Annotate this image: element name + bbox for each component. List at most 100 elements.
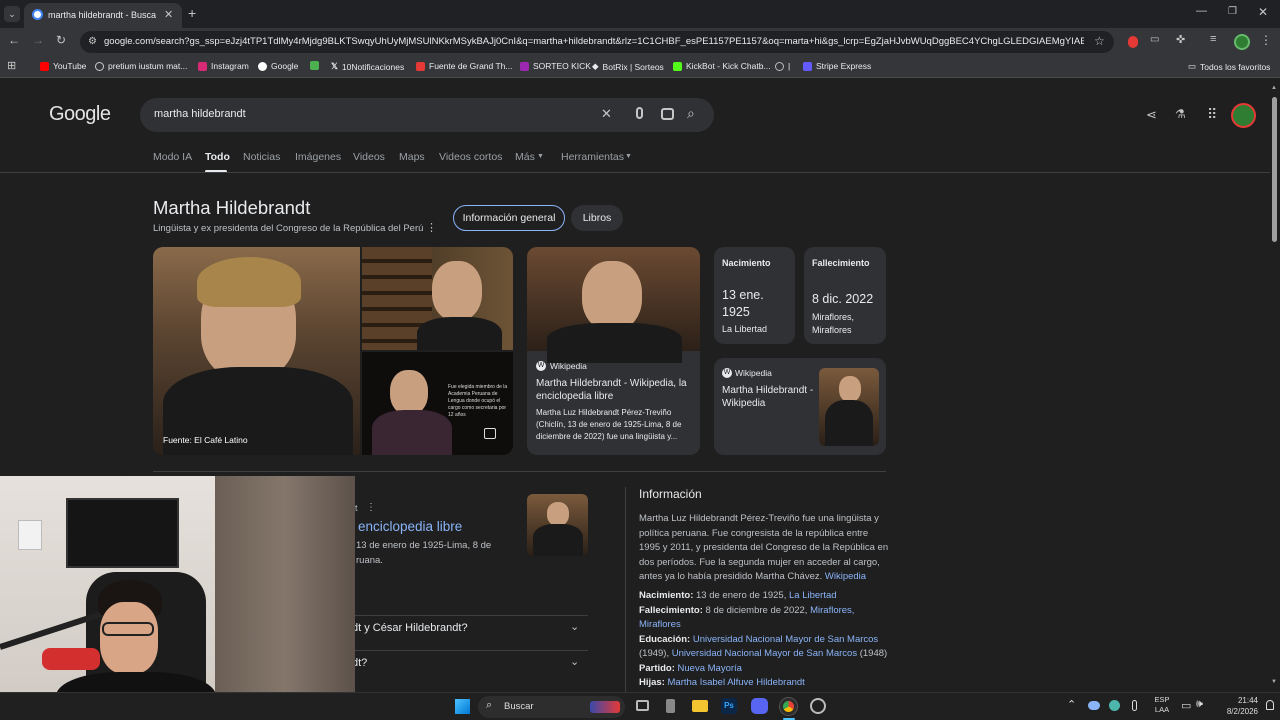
task-view-icon[interactable] xyxy=(636,700,649,711)
bookmark-instagram[interactable]: Instagram xyxy=(198,61,249,71)
tab-close-icon[interactable]: ✕ xyxy=(164,8,173,21)
info-wikipedia-link[interactable]: Wikipedia xyxy=(825,571,866,582)
close-window-icon[interactable]: ✕ xyxy=(1258,5,1268,19)
volume-icon[interactable]: 🕪 xyxy=(1196,698,1203,711)
account-avatar[interactable] xyxy=(1231,103,1256,128)
bookmark-fuente[interactable]: Fuente de Grand Th... xyxy=(416,61,512,71)
back-icon[interactable]: ← xyxy=(8,33,20,47)
result-thumbnail[interactable] xyxy=(527,494,588,556)
wikipedia-card-large[interactable]: W Wikipedia Martha Hildebrandt - Wikiped… xyxy=(527,247,700,455)
more-options-icon[interactable]: ⋮ xyxy=(426,221,437,234)
apps-grid-icon[interactable]: ⊞ xyxy=(7,59,16,72)
search-query[interactable]: martha hildebrandt xyxy=(154,108,246,120)
lens-icon[interactable] xyxy=(661,108,674,120)
restore-icon[interactable]: ❐ xyxy=(1228,6,1237,17)
faq-item[interactable]: dt? ⌄ xyxy=(352,650,588,676)
tab-imagenes[interactable]: Imágenes xyxy=(295,151,341,163)
bookmark-google[interactable]: Google xyxy=(258,61,298,71)
tray-app-icon[interactable] xyxy=(1109,700,1120,711)
extension-red-icon[interactable] xyxy=(1128,36,1138,48)
page-scrollbar[interactable]: ▲ ▼ xyxy=(1270,85,1278,689)
forward-icon[interactable]: → xyxy=(32,33,44,47)
bookmark-sorteo-kick[interactable]: SORTEO KICK xyxy=(520,61,591,71)
scroll-up-icon[interactable]: ▲ xyxy=(1271,85,1277,91)
google-logo[interactable]: Google xyxy=(49,103,111,126)
labs-flask-icon[interactable]: ⚗ xyxy=(1175,107,1186,121)
tab-herramientas[interactable]: Herramientas xyxy=(561,151,624,163)
tab-videos-cortos[interactable]: Videos cortos xyxy=(439,151,502,163)
bookmark-pretium[interactable]: pretium iustum mat... xyxy=(95,61,187,71)
new-tab-icon[interactable]: + xyxy=(188,5,196,21)
wiki-card-title[interactable]: Martha Hildebrandt - Wikipedia, la encic… xyxy=(536,377,694,403)
taskbar-search[interactable]: ⌕ Buscar xyxy=(478,696,625,718)
bookmark-x-notifications[interactable]: 𝕏 10Notificaciones xyxy=(331,61,404,72)
bookmark-whatsapp[interactable]: | xyxy=(775,61,790,71)
bookmark-star-icon[interactable]: ☆ xyxy=(1094,34,1105,48)
chevron-down-icon: ▼ xyxy=(625,153,632,160)
tab-maps[interactable]: Maps xyxy=(399,151,425,163)
photo-top-right[interactable] xyxy=(362,247,513,350)
image-gallery-icon[interactable] xyxy=(484,428,496,439)
tray-chevron-icon[interactable]: ⌃ xyxy=(1067,698,1076,711)
result-more-icon[interactable]: ⋮ xyxy=(366,502,376,513)
faq-item[interactable]: dt y César Hildebrandt? ⌄ xyxy=(352,615,588,641)
file-explorer-icon[interactable] xyxy=(692,700,708,712)
bookmark-gamepad[interactable] xyxy=(310,61,319,70)
tab-noticias[interactable]: Noticias xyxy=(243,151,280,163)
birth-card[interactable]: Nacimiento 13 ene. 1925 La Libertad xyxy=(714,247,795,344)
bookmark-youtube[interactable]: YouTube xyxy=(40,61,86,71)
bookmark-kickbot[interactable]: KickBot - Kick Chatb... xyxy=(673,61,771,71)
site-info-icon[interactable]: ⚙ xyxy=(88,36,97,47)
chip-libros[interactable]: Libros xyxy=(571,205,623,231)
minimize-icon[interactable]: — xyxy=(1196,5,1207,17)
wikipedia-card-small[interactable]: W Wikipedia Martha Hildebrandt - Wikiped… xyxy=(714,358,886,455)
chrome-icon[interactable] xyxy=(780,698,797,715)
whatsapp-icon xyxy=(775,61,784,71)
extensions-puzzle-icon[interactable]: ✜ xyxy=(1176,33,1185,46)
extension-card-icon[interactable]: ▭ xyxy=(1150,34,1159,45)
scrollbar-thumb[interactable] xyxy=(1272,97,1277,242)
clock[interactable]: 21:44 8/2/2026 xyxy=(1212,695,1258,717)
media-control-icon[interactable]: ≡ xyxy=(1210,33,1216,45)
windows-start-icon[interactable] xyxy=(455,699,470,714)
tab-list-icon[interactable]: ⌄ xyxy=(4,6,20,22)
tab-modo-ia[interactable]: Modo IA xyxy=(153,151,192,163)
share-icon[interactable]: ⋖ xyxy=(1146,107,1157,123)
bookmark-stripe[interactable]: Stripe Express xyxy=(803,61,871,71)
chip-informacion-general[interactable]: Información general xyxy=(453,205,565,231)
tab-todo[interactable]: Todo xyxy=(205,151,230,163)
photo-bottom-right[interactable]: Fue elegida miembro de la Academia Perua… xyxy=(362,352,513,455)
tab-mas[interactable]: Más xyxy=(515,151,535,163)
screen-icon[interactable]: ▭ xyxy=(1181,699,1191,712)
portrait-body xyxy=(372,410,452,455)
tray-cloud-icon[interactable] xyxy=(1088,701,1100,710)
death-card[interactable]: Fallecimiento 8 dic. 2022 Miraflores, Mi… xyxy=(804,247,886,344)
main-photo[interactable]: Fuente: El Café Latino xyxy=(153,247,360,455)
notification-bell-icon[interactable] xyxy=(1266,700,1274,710)
bookmark-botrix[interactable]: ◆ BotRix | Sorteos xyxy=(592,61,664,72)
address-bar[interactable]: ⚙ google.com/search?gs_ssp=eJzj4tTP1TdlM… xyxy=(80,31,1114,53)
taskbar-app-icon[interactable] xyxy=(666,699,675,713)
clear-icon[interactable]: ✕ xyxy=(601,106,612,122)
webcam-mic-light xyxy=(42,648,100,670)
result-title[interactable]: enciclopedia libre xyxy=(358,519,462,534)
tab-videos[interactable]: Videos xyxy=(353,151,385,163)
result-letter: t xyxy=(355,503,358,513)
google-apps-icon[interactable]: ⠿ xyxy=(1207,106,1217,123)
wiki-small-title[interactable]: Martha Hildebrandt - Wikipedia xyxy=(722,384,818,410)
discord-icon[interactable] xyxy=(751,698,768,714)
taskbar-app-icon[interactable] xyxy=(810,698,826,714)
search-box[interactable]: martha hildebrandt ✕ ⌕ xyxy=(140,98,714,132)
search-icon[interactable]: ⌕ xyxy=(687,105,695,122)
reload-icon[interactable]: ↻ xyxy=(56,33,66,47)
profile-avatar[interactable] xyxy=(1234,34,1250,50)
wiki-source: Wikipedia xyxy=(550,361,587,371)
photoshop-icon[interactable]: Ps xyxy=(721,698,737,714)
tab-active[interactable]: martha hildebrandt - Buscar con ✕ xyxy=(24,3,182,28)
voice-search-icon[interactable] xyxy=(636,107,643,119)
tray-mic-icon[interactable] xyxy=(1132,700,1137,711)
chrome-menu-icon[interactable]: ⋮ xyxy=(1260,33,1272,47)
all-bookmarks-folder[interactable]: ▭ Todos los favoritos xyxy=(1188,61,1270,72)
language-indicator[interactable]: ESP LAA xyxy=(1150,695,1174,715)
scroll-down-icon[interactable]: ▼ xyxy=(1271,679,1277,685)
